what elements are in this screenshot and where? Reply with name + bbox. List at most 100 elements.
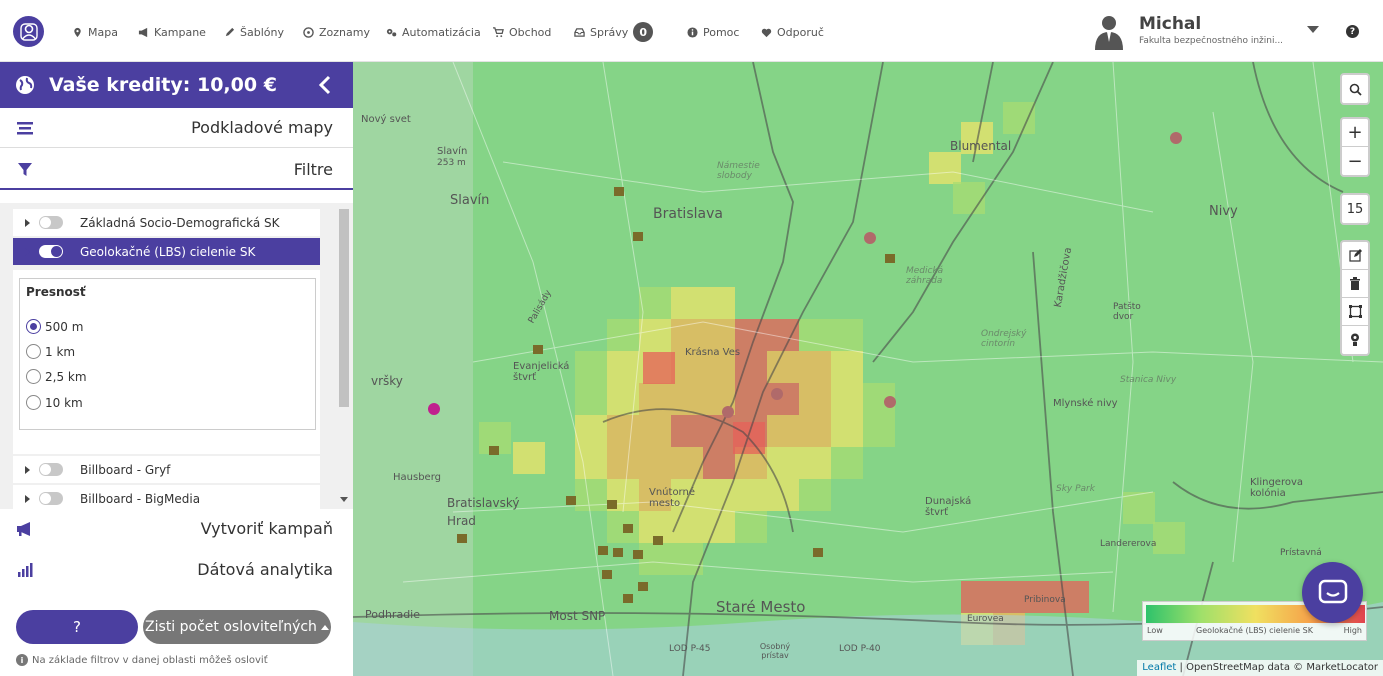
filters-label: Filtre [293,160,333,179]
filter-toggle[interactable] [39,245,63,258]
zoom-in-button[interactable]: + [1342,119,1368,147]
map-view[interactable]: Bratislava Staré Mesto Bratislavský Hrad… [353,62,1383,676]
chat-widget-button[interactable] [1302,562,1363,623]
nav-odporuc[interactable]: Odporuč [761,23,824,41]
nav-label: Obchod [509,25,552,39]
radio-button[interactable] [26,369,41,384]
user-name[interactable]: Michal [1139,14,1201,34]
map-label-sky-park: Sky Park [1056,484,1095,494]
draw-rectangle-button[interactable] [1342,298,1368,326]
radio-label: 10 km [45,395,83,410]
scrollbar-thumb[interactable] [339,209,349,407]
heatmap-cell [703,287,735,319]
filter-toggle[interactable] [39,492,63,505]
heatmap-cell [799,447,831,479]
radio-button[interactable] [26,395,41,410]
app-logo[interactable] [13,16,44,47]
nav-spravy[interactable]: Správy 0 [574,22,654,42]
heatmap-cell [607,447,639,479]
heart-icon [761,28,772,37]
place-marker-button[interactable] [1342,326,1368,354]
nav-label: Odporuč [777,25,824,39]
map-label-stare-mesto: Staré Mesto [716,598,806,616]
map-zoom-control[interactable]: + − [1340,117,1370,177]
map-label-hausberg: Hausberg [393,472,441,483]
heatmap-cell [799,351,831,383]
filter-row-socio-demographic[interactable]: Základná Socio-Demografická SK [13,209,320,236]
map-label-novy-svet: Nový svet [361,114,411,125]
heatmap-cell [607,415,639,447]
basemaps-section[interactable]: Podkladové mapy [0,108,353,148]
nav-label: Pomoc [703,25,740,39]
nav-kampane[interactable]: Kampane [138,23,206,41]
filter-row-billboard-gryf[interactable]: Billboard - Gryf [13,456,320,483]
filter-row-lbs[interactable]: Geolokačné (LBS) cielenie SK [13,238,320,265]
zoom-out-button[interactable]: − [1342,147,1368,175]
heatmap-cell [767,447,799,479]
filter-toggle[interactable] [39,463,63,476]
data-analytics-section[interactable]: Dátová analytika [0,550,353,590]
precision-radio-10km[interactable]: 10 km [26,395,83,410]
map-tiles[interactable] [353,62,1383,676]
heatmap-cell [735,511,767,543]
trash-icon [1350,277,1360,290]
radio-button[interactable] [26,319,41,334]
precision-radio-2-5km[interactable]: 2,5 km [26,369,87,384]
search-button[interactable] [1342,75,1368,103]
precision-radio-1km[interactable]: 1 km [26,344,75,359]
heatmap-cell [575,447,607,479]
user-organization: Fakulta bezpečnostného inžini... [1139,36,1284,46]
user-avatar[interactable] [1090,12,1128,50]
filters-section[interactable]: Filtre [0,150,353,190]
scroll-down-arrow-icon[interactable] [340,497,348,502]
marker-icon [1351,333,1359,346]
heatmap-cell [799,479,831,511]
count-reachable-button[interactable]: Zisti počet osloviteľných [143,610,331,644]
megaphone-icon [17,522,30,536]
nav-label: Kampane [154,25,206,39]
precision-radio-500m[interactable]: 500 m [26,319,83,334]
delete-shape-button[interactable] [1342,270,1368,298]
heatmap-cell [831,415,863,447]
map-label-eurovea: Eurovea [967,614,1004,624]
create-campaign-section[interactable]: Vytvoriť kampaň [0,509,353,549]
map-attribution: Leaflet | OpenStreetMap data © MarketLoc… [1137,660,1383,676]
nav-automatizacia[interactable]: Automatizácia [386,23,481,41]
radio-button[interactable] [26,344,41,359]
nav-obchod[interactable]: Obchod [493,23,551,41]
expand-arrow-icon[interactable] [25,494,30,503]
map-label-vrsky: vršky [371,374,403,388]
heatmap-cell [607,319,639,351]
chevron-left-icon[interactable] [316,75,334,95]
square-draw-icon [1348,305,1362,318]
megaphone-icon [138,27,148,37]
map-label-evanjelicka: Evanjelická štvrť [513,361,570,383]
map-search-control[interactable] [1340,73,1370,105]
map-label-patsto: Patšto dvor [1113,302,1141,322]
heatmap-cell [735,479,767,511]
help-icon[interactable]: ? [1346,25,1359,38]
filter-toggle[interactable] [39,216,63,229]
nav-mapa[interactable]: Mapa [72,23,118,41]
map-draw-toolbar[interactable] [1340,240,1370,356]
map-label-osobny-pristav: Osobný prístav [759,642,791,660]
help-button[interactable]: ? [16,610,138,644]
leaflet-link[interactable]: Leaflet [1142,662,1176,673]
nav-pomoc[interactable]: Pomoc [687,23,739,41]
nav-label: Zoznamy [319,25,370,39]
inbox-icon [574,27,585,37]
filter-row-billboard-bigmedia[interactable]: Billboard - BigMedia [13,485,320,512]
user-menu-dropdown-icon[interactable] [1307,26,1319,33]
edit-shape-button[interactable] [1342,242,1368,270]
map-label-dunajska: Dunajská štvrť [925,496,972,518]
nav-zoznamy[interactable]: Zoznamy [303,23,370,41]
heatmap-cell [1123,492,1155,524]
data-analytics-label: Dátová analytika [197,560,333,579]
expand-arrow-icon[interactable] [25,465,30,474]
filter-scrollbar[interactable] [337,203,351,509]
nav-sablony[interactable]: Šablóny [224,23,284,41]
heatmap-cell [1003,102,1035,134]
expand-arrow-icon[interactable] [25,218,30,227]
expand-arrow-icon[interactable] [25,247,30,256]
map-label-most-snp: Most SNP [549,609,606,623]
